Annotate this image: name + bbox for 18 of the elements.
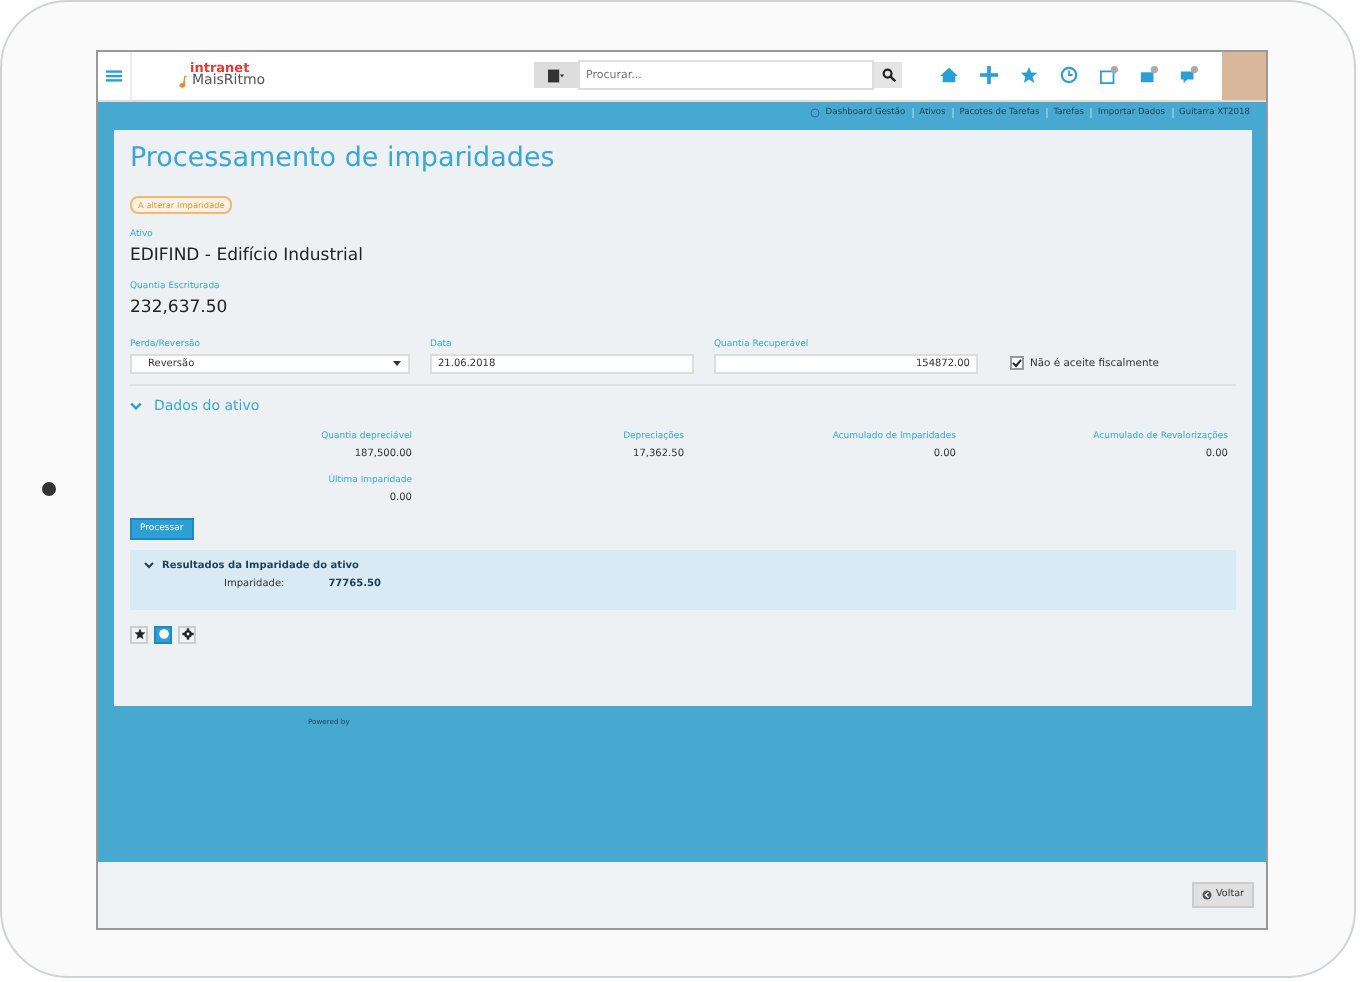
- chat-icon[interactable]: [1180, 66, 1198, 84]
- back-icon[interactable]: [1202, 889, 1213, 899]
- chevron-icon[interactable]: [144, 560, 154, 570]
- plus-icon[interactable]: [980, 66, 998, 84]
- menu-icon[interactable]: [106, 67, 122, 83]
- avatar-placeholder[interactable]: [1222, 51, 1266, 99]
- clock-icon[interactable]: [1060, 66, 1078, 84]
- asset-value: EDIFIND - Edifício Industrial: [130, 245, 365, 265]
- caret-icon[interactable]: [392, 358, 402, 368]
- star-icon[interactable]: [1020, 66, 1038, 84]
- camera-dot: [42, 482, 56, 496]
- home-icon[interactable]: [940, 66, 958, 84]
- page-title: Processamento de imparidades: [130, 141, 557, 175]
- checkbox[interactable]: [1010, 356, 1024, 370]
- book-value: 232,637.50: [130, 297, 230, 317]
- circle-icon[interactable]: [809, 108, 820, 118]
- music-note-icon[interactable]: [176, 74, 190, 89]
- search-icon[interactable]: [881, 68, 895, 82]
